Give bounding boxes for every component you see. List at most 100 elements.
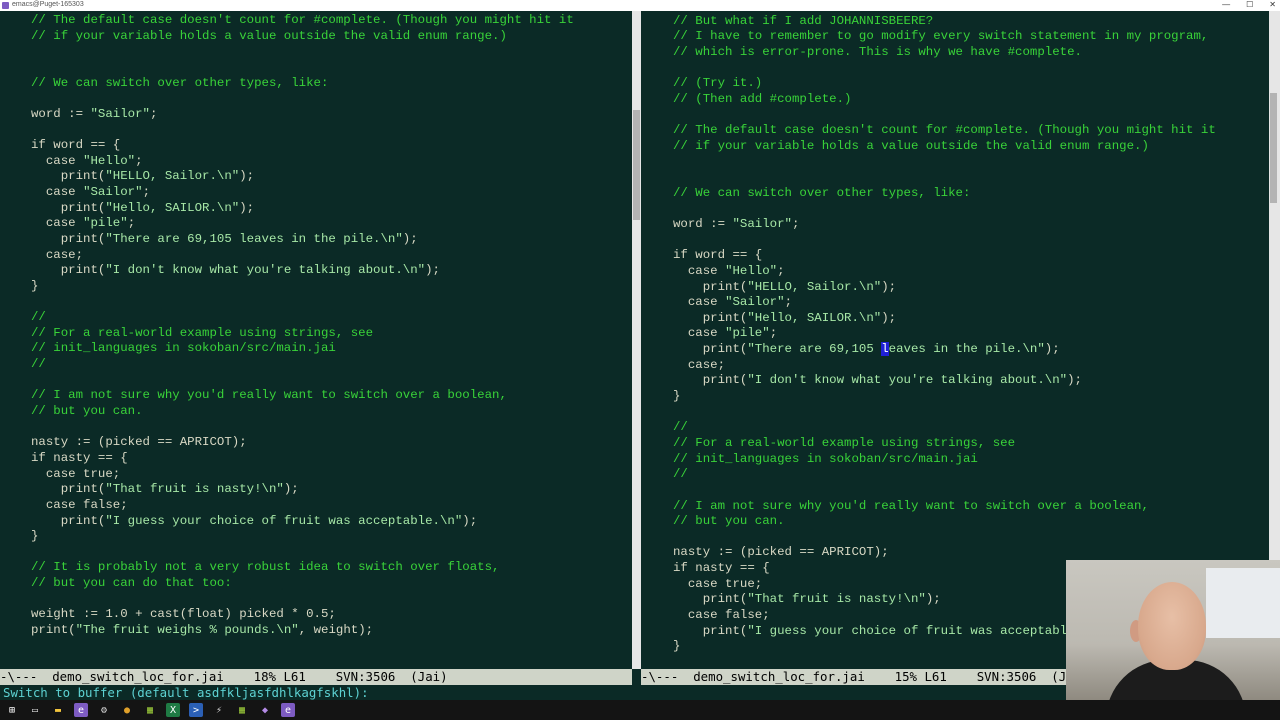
code-line[interactable]: // I am not sure why you'd really want t… (673, 499, 1216, 515)
code-line[interactable]: // I have to remember to go modify every… (673, 29, 1216, 45)
minimize-button[interactable]: — (1222, 0, 1230, 11)
task-view-icon[interactable]: ▭ (28, 703, 42, 717)
code-line[interactable]: case; (31, 248, 574, 264)
code-line[interactable]: // but you can. (673, 514, 1216, 530)
code-line[interactable] (673, 154, 1216, 170)
code-line[interactable]: // For a real-world example using string… (673, 436, 1216, 452)
code-line[interactable]: // (673, 420, 1216, 436)
code-line[interactable]: if nasty == { (31, 451, 574, 467)
emacs-active-icon[interactable]: e (281, 703, 295, 717)
code-line[interactable]: // but you can. (31, 404, 574, 420)
code-line[interactable]: weight := 1.0 + cast(float) picked * 0.5… (31, 607, 574, 623)
visual-studio-icon[interactable]: ◆ (258, 703, 272, 717)
code-text: ; (135, 153, 143, 168)
code-line[interactable]: case "Hello"; (673, 264, 1216, 280)
code-line[interactable]: if word == { (31, 138, 574, 154)
code-line[interactable] (673, 530, 1216, 546)
code-line[interactable]: // The default case doesn't count for #c… (31, 13, 574, 29)
code-line[interactable]: // The default case doesn't count for #c… (673, 123, 1216, 139)
code-comment: // We can switch over other types, like: (31, 75, 329, 90)
code-line[interactable] (31, 60, 574, 76)
code-line[interactable]: // (673, 467, 1216, 483)
code-buffer-left[interactable]: // The default case doesn't count for #c… (31, 13, 574, 639)
code-line[interactable]: print("Hello, SAILOR.\n"); (31, 201, 574, 217)
emacs-icon[interactable]: e (74, 703, 88, 717)
code-line[interactable]: print("There are 69,105 leaves in the pi… (31, 232, 574, 248)
code-line[interactable]: print("The fruit weighs % pounds.\n", we… (31, 623, 574, 639)
code-line[interactable]: nasty := (picked == APRICOT); (31, 435, 574, 451)
code-line[interactable]: nasty := (picked == APRICOT); (673, 545, 1216, 561)
code-line[interactable]: // init_languages in sokoban/src/main.ja… (31, 341, 574, 357)
app-icon[interactable]: ▦ (235, 703, 249, 717)
code-line[interactable]: case "Sailor"; (31, 185, 574, 201)
code-line[interactable]: print("HELLO, Sailor.\n"); (31, 169, 574, 185)
code-line[interactable] (31, 373, 574, 389)
code-line[interactable]: } (31, 529, 574, 545)
code-line[interactable]: } (31, 279, 574, 295)
code-line[interactable]: word := "Sailor"; (31, 107, 574, 123)
code-line[interactable]: // For a real-world example using string… (31, 326, 574, 342)
file-explorer-icon[interactable]: ▬ (51, 703, 65, 717)
chrome-icon[interactable]: ● (120, 703, 134, 717)
code-line[interactable] (673, 170, 1216, 186)
scrollbar-left[interactable] (632, 11, 641, 669)
windows-start-icon[interactable]: ⊞ (5, 703, 19, 717)
code-text: ; (150, 106, 158, 121)
code-line[interactable]: print("I don't know what you're talking … (673, 373, 1216, 389)
code-line[interactable]: print("Hello, SAILOR.\n"); (673, 311, 1216, 327)
code-line[interactable]: if word == { (673, 248, 1216, 264)
code-line[interactable]: word := "Sailor"; (673, 217, 1216, 233)
code-line[interactable]: case false; (31, 498, 574, 514)
code-line[interactable]: case "pile"; (673, 326, 1216, 342)
scrollbar-thumb-left[interactable] (633, 110, 640, 220)
code-line[interactable]: // (31, 310, 574, 326)
code-line[interactable]: // We can switch over other types, like: (673, 186, 1216, 202)
code-line[interactable]: print("There are 69,105 leaves in the pi… (673, 342, 1216, 358)
code-line[interactable]: // But what if I add JOHANNISBEERE? (673, 14, 1216, 30)
code-line[interactable]: // but you can do that too: (31, 576, 574, 592)
code-line[interactable]: case true; (31, 467, 574, 483)
code-line[interactable] (673, 107, 1216, 123)
code-line[interactable]: print("That fruit is nasty!\n"); (31, 482, 574, 498)
code-line[interactable] (31, 122, 574, 138)
code-line[interactable]: case "pile"; (31, 216, 574, 232)
code-line[interactable] (673, 201, 1216, 217)
terminal-icon[interactable]: > (189, 703, 203, 717)
code-line[interactable]: case "Sailor"; (673, 295, 1216, 311)
code-line[interactable]: // I am not sure why you'd really want t… (31, 388, 574, 404)
settings-icon[interactable]: ⚙ (97, 703, 111, 717)
code-line[interactable]: // if your variable holds a value outsid… (673, 139, 1216, 155)
maximize-button[interactable]: ☐ (1246, 0, 1253, 11)
scrollbar-thumb-right[interactable] (1270, 93, 1277, 203)
code-line[interactable] (673, 483, 1216, 499)
code-line[interactable]: // (31, 357, 574, 373)
code-line[interactable]: print("HELLO, Sailor.\n"); (673, 280, 1216, 296)
code-line[interactable]: } (673, 389, 1216, 405)
code-line[interactable] (673, 233, 1216, 249)
code-line[interactable]: case "Hello"; (31, 154, 574, 170)
code-line[interactable]: // It is probably not a very robust idea… (31, 560, 574, 576)
code-line[interactable] (31, 44, 574, 60)
code-buffer-right[interactable]: // an array of names so it could print i… (673, 11, 1216, 655)
code-line[interactable]: // (Then add #complete.) (673, 92, 1216, 108)
app-icon[interactable]: ▦ (143, 703, 157, 717)
excel-icon[interactable]: X (166, 703, 180, 717)
code-line[interactable]: case; (673, 358, 1216, 374)
code-line[interactable]: // if your variable holds a value outsid… (31, 29, 574, 45)
editor-pane-left[interactable]: // The default case doesn't count for #c… (0, 11, 632, 669)
code-line[interactable]: print("I guess your choice of fruit was … (31, 514, 574, 530)
code-line[interactable] (31, 91, 574, 107)
code-line[interactable]: // init_languages in sokoban/src/main.ja… (673, 452, 1216, 468)
code-line[interactable] (31, 295, 574, 311)
close-button[interactable]: ✕ (1269, 0, 1276, 11)
network-icon[interactable]: ⚡ (212, 703, 226, 717)
code-line[interactable] (673, 61, 1216, 77)
code-line[interactable]: // which is error-prone. This is why we … (673, 45, 1216, 61)
code-line[interactable]: print("I don't know what you're talking … (31, 263, 574, 279)
code-line[interactable] (673, 405, 1216, 421)
code-line[interactable]: // We can switch over other types, like: (31, 76, 574, 92)
code-line[interactable] (31, 545, 574, 561)
code-line[interactable] (31, 592, 574, 608)
code-line[interactable]: // (Try it.) (673, 76, 1216, 92)
code-line[interactable] (31, 420, 574, 436)
